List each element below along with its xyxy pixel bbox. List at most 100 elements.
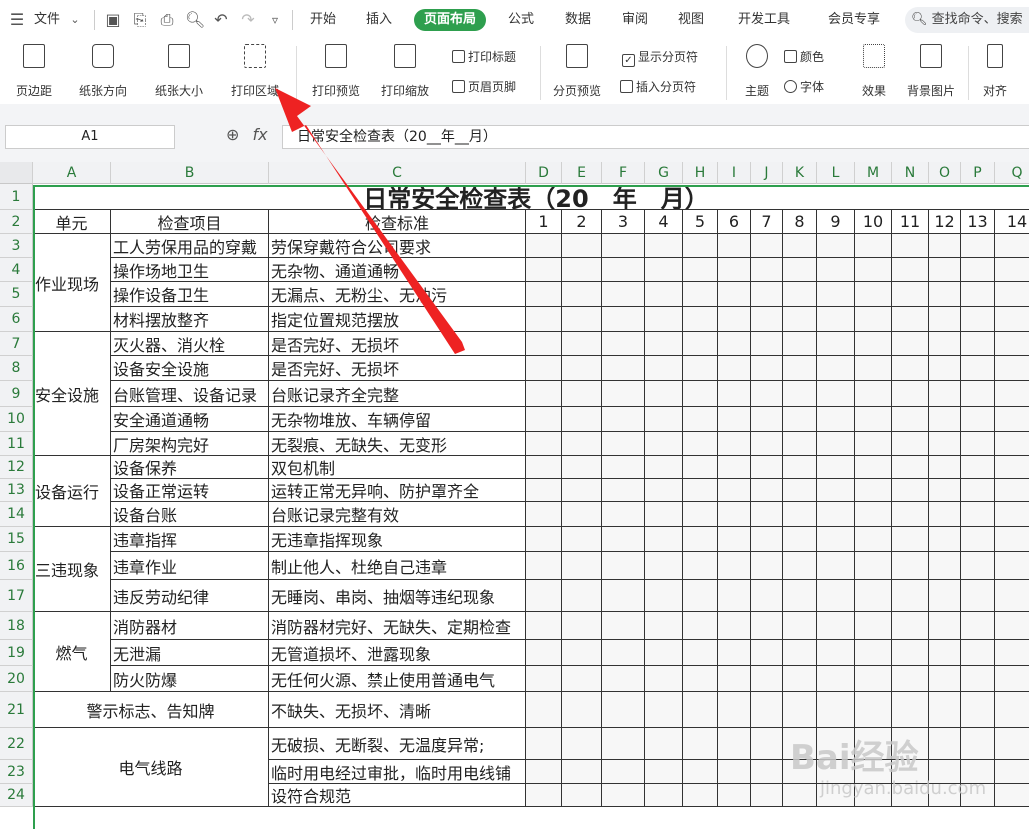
- item-cell[interactable]: 厂房架构完好: [111, 432, 269, 456]
- day-cell[interactable]: [995, 356, 1029, 381]
- day-cell[interactable]: [995, 502, 1029, 527]
- day-cell[interactable]: [645, 666, 683, 692]
- day-cell[interactable]: [855, 640, 892, 666]
- day-cell[interactable]: [683, 307, 718, 332]
- day-cell[interactable]: [751, 381, 783, 407]
- column-header-G[interactable]: G: [645, 162, 683, 184]
- standard-cell[interactable]: 无杂物堆放、车辆停留: [269, 407, 526, 432]
- day-cell[interactable]: [929, 258, 961, 282]
- day-cell[interactable]: [995, 640, 1029, 666]
- column-header-O[interactable]: O: [929, 162, 961, 184]
- chevron-down-icon[interactable]: ⌄: [66, 11, 84, 29]
- day-cell[interactable]: [683, 356, 718, 381]
- day-cell[interactable]: [995, 307, 1029, 332]
- tab-home[interactable]: 开始: [310, 0, 336, 40]
- row-header-5[interactable]: 5: [0, 282, 33, 307]
- sheet-title[interactable]: 日常安全检查表（20__年__月）: [33, 184, 1029, 210]
- day-cell[interactable]: [929, 456, 961, 479]
- day-cell[interactable]: [855, 307, 892, 332]
- unit-cell[interactable]: 安全设施: [33, 332, 111, 456]
- unit-cell[interactable]: 燃气: [33, 612, 111, 692]
- unit-cell[interactable]: 作业现场: [33, 234, 111, 332]
- day-cell[interactable]: [526, 307, 562, 332]
- item-cell[interactable]: 灭火器、消火栓: [111, 332, 269, 356]
- day-cell[interactable]: [562, 381, 602, 407]
- row-header-2[interactable]: 2: [0, 210, 33, 234]
- day-cell[interactable]: [892, 282, 929, 307]
- day-cell[interactable]: [817, 258, 855, 282]
- day-cell[interactable]: [526, 692, 562, 728]
- header-day-6[interactable]: 6: [718, 210, 751, 234]
- day-cell[interactable]: [783, 612, 817, 640]
- row-header-15[interactable]: 15: [0, 527, 33, 552]
- day-cell[interactable]: [718, 479, 751, 502]
- tab-review[interactable]: 审阅: [622, 0, 648, 40]
- day-cell[interactable]: [751, 760, 783, 784]
- day-cell[interactable]: [562, 456, 602, 479]
- day-cell[interactable]: [855, 456, 892, 479]
- day-cell[interactable]: [783, 381, 817, 407]
- day-cell[interactable]: [783, 258, 817, 282]
- row-header-7[interactable]: 7: [0, 332, 33, 356]
- day-cell[interactable]: [683, 332, 718, 356]
- day-cell[interactable]: [817, 381, 855, 407]
- item-cell[interactable]: 安全通道通畅: [111, 407, 269, 432]
- standard-cell[interactable]: 消防器材完好、无缺失、定期检查: [269, 612, 526, 640]
- header-day-14[interactable]: 14: [995, 210, 1029, 234]
- day-cell[interactable]: [751, 580, 783, 612]
- header-day-2[interactable]: 2: [562, 210, 602, 234]
- day-cell[interactable]: [718, 784, 751, 807]
- print-icon[interactable]: ⎙: [158, 11, 176, 29]
- day-cell[interactable]: [602, 432, 645, 456]
- day-cell[interactable]: [562, 552, 602, 580]
- header-day-3[interactable]: 3: [602, 210, 645, 234]
- print-scale-button[interactable]: 打印缩放: [372, 44, 438, 99]
- day-cell[interactable]: [892, 502, 929, 527]
- day-cell[interactable]: [817, 580, 855, 612]
- day-cell[interactable]: [892, 552, 929, 580]
- day-cell[interactable]: [995, 580, 1029, 612]
- standard-cell[interactable]: 无违章指挥现象: [269, 527, 526, 552]
- zoom-icon[interactable]: ⊕: [226, 125, 239, 144]
- day-cell[interactable]: [602, 760, 645, 784]
- day-cell[interactable]: [526, 234, 562, 258]
- day-cell[interactable]: [526, 580, 562, 612]
- row-header-8[interactable]: 8: [0, 356, 33, 381]
- day-cell[interactable]: [751, 282, 783, 307]
- day-cell[interactable]: [929, 552, 961, 580]
- standard-cell[interactable]: 临时用电经过审批，临时用电线铺: [269, 760, 526, 784]
- column-header-B[interactable]: B: [111, 162, 269, 184]
- item-cell[interactable]: 设备安全设施: [111, 356, 269, 381]
- day-cell[interactable]: [783, 234, 817, 258]
- day-cell[interactable]: [961, 356, 995, 381]
- tab-data[interactable]: 数据: [565, 0, 591, 40]
- day-cell[interactable]: [929, 332, 961, 356]
- day-cell[interactable]: [526, 728, 562, 760]
- day-cell[interactable]: [995, 612, 1029, 640]
- day-cell[interactable]: [855, 612, 892, 640]
- day-cell[interactable]: [783, 407, 817, 432]
- standard-cell[interactable]: 运转正常无异响、防护罩齐全: [269, 479, 526, 502]
- day-cell[interactable]: [645, 381, 683, 407]
- day-cell[interactable]: [645, 692, 683, 728]
- day-cell[interactable]: [751, 784, 783, 807]
- day-cell[interactable]: [602, 784, 645, 807]
- day-cell[interactable]: [562, 432, 602, 456]
- day-cell[interactable]: [817, 332, 855, 356]
- day-cell[interactable]: [817, 612, 855, 640]
- day-cell[interactable]: [783, 432, 817, 456]
- item-cell[interactable]: 设备保养: [111, 456, 269, 479]
- day-cell[interactable]: [751, 527, 783, 552]
- day-cell[interactable]: [855, 666, 892, 692]
- row-header-20[interactable]: 20: [0, 666, 33, 692]
- day-cell[interactable]: [683, 760, 718, 784]
- day-cell[interactable]: [751, 502, 783, 527]
- item-cell[interactable]: 设备正常运转: [111, 479, 269, 502]
- day-cell[interactable]: [855, 356, 892, 381]
- day-cell[interactable]: [718, 432, 751, 456]
- day-cell[interactable]: [526, 552, 562, 580]
- day-cell[interactable]: [683, 612, 718, 640]
- show-page-breaks-checkbox[interactable]: ✓ 显示分页符: [622, 48, 698, 67]
- header-day-9[interactable]: 9: [817, 210, 855, 234]
- day-cell[interactable]: [526, 784, 562, 807]
